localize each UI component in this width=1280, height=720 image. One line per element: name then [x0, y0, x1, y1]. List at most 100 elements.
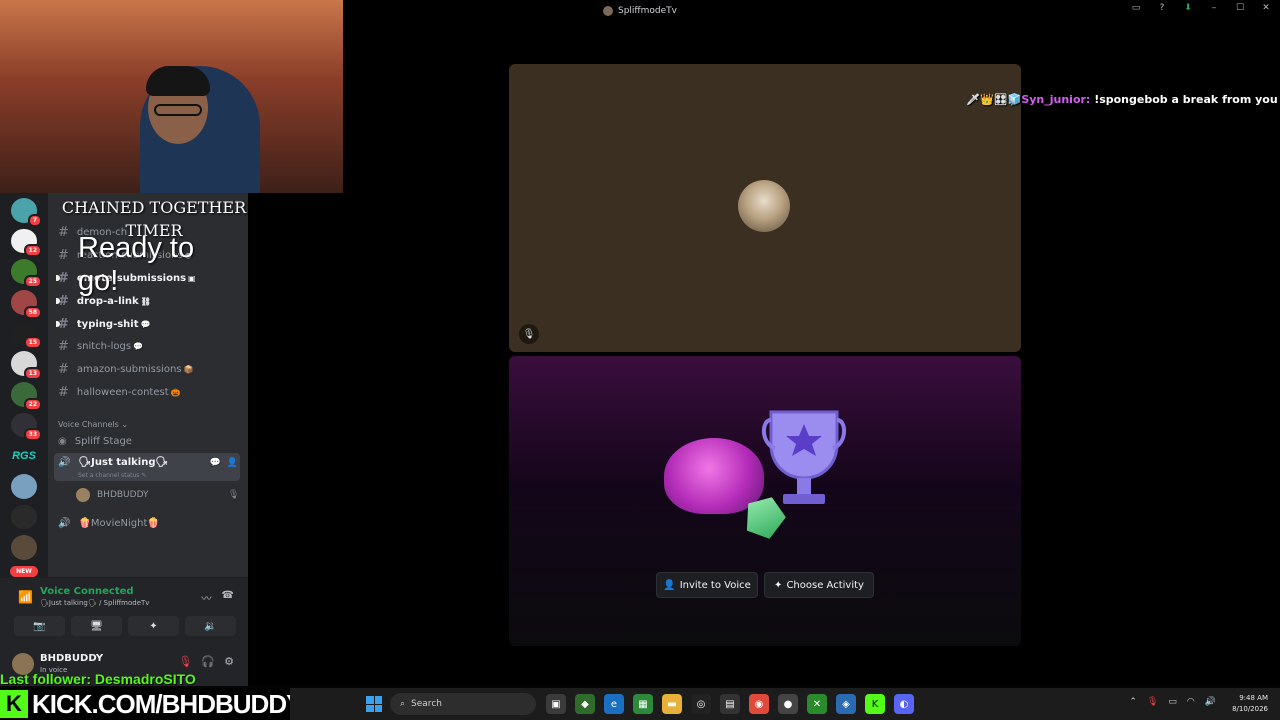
server-icon[interactable]: 25	[11, 259, 42, 289]
user-video-tile[interactable]: 🎙	[509, 64, 1021, 352]
last-follower: Last follower: DesmadroSITO	[0, 671, 196, 687]
gear-icon[interactable]: ⚙	[224, 655, 234, 668]
channel-label: halloween-contest	[76, 386, 169, 398]
user-name[interactable]: BHDBUDDY	[40, 653, 103, 664]
channel-status[interactable]: Set a channel status ✎	[78, 472, 146, 479]
mic-muted-icon[interactable]: 🎙	[178, 655, 192, 668]
new-badge: NEW	[10, 566, 38, 578]
channel-amazon-submissions[interactable]: # amazon-submissions 📦	[58, 359, 193, 379]
channel-halloween-contest[interactable]: # halloween-contest 🎃	[58, 382, 181, 402]
xbox-icon[interactable]: ✕	[807, 694, 827, 714]
soundboard-button[interactable]: 🔉	[185, 616, 236, 636]
clock[interactable]: 9:48 AM 8/10/2026	[1232, 693, 1268, 715]
disconnect-icon[interactable]: ☎	[222, 590, 234, 605]
server-icon[interactable]	[11, 474, 37, 499]
mention-badge: 13	[23, 367, 42, 381]
steam-icon[interactable]: ◎	[691, 694, 711, 714]
inbox-icon[interactable]: ▭	[1130, 2, 1142, 14]
download-icon[interactable]: ⬇	[1182, 2, 1194, 14]
mention-badge: 22	[23, 397, 42, 411]
user-avatar	[738, 180, 790, 232]
voice-action-buttons: 📷 🖥 ✦ 🔉	[14, 616, 236, 636]
obs-icon[interactable]: ●	[778, 694, 798, 714]
server-icon[interactable]	[11, 535, 37, 561]
sheets-icon[interactable]: ▦	[633, 694, 653, 714]
system-tray: ⌃ 🎙 ▭ ◠ 🔊	[1129, 697, 1216, 707]
hash-icon: #	[58, 338, 69, 354]
voice-channel-spliff-stage[interactable]: ◉ Spliff Stage	[54, 431, 240, 451]
mention-badge: 7	[27, 213, 42, 227]
voice-channel-actions: 💬 👤	[210, 458, 238, 468]
windows-start-icon[interactable]	[366, 696, 382, 712]
server-icon[interactable]: 33	[11, 412, 42, 442]
add-member-icon[interactable]: 👤	[227, 458, 238, 468]
help-icon[interactable]: ?	[1156, 2, 1168, 14]
server-icon[interactable]: 7	[11, 198, 42, 227]
mention-badge: 15	[23, 336, 42, 350]
choose-label: Choose Activity	[786, 579, 864, 591]
server-icon[interactable]: 58	[11, 290, 42, 319]
mention-badge: 58	[23, 305, 42, 319]
voice-category-header[interactable]: Voice Channels ⌄	[58, 420, 128, 429]
muted-mic-icon: 🎙	[519, 324, 539, 344]
camera-button[interactable]: 📷	[14, 616, 65, 636]
streamer-hair	[146, 66, 210, 96]
server-icon[interactable]: 15	[11, 320, 42, 350]
clock-date: 8/10/2026	[1232, 705, 1268, 713]
search-icon: ⌕	[400, 699, 406, 709]
file-explorer-icon[interactable]: ▬	[662, 694, 682, 714]
discord-icon[interactable]: ◐	[894, 694, 914, 714]
channel-emoji: 💬	[133, 341, 144, 351]
server-icon[interactable]	[11, 504, 37, 530]
speaker-icon: 🔊	[58, 517, 71, 529]
display-icon[interactable]: ▭	[1168, 697, 1177, 707]
voice-connected-subtitle[interactable]: 🗣Just talking🗣 / SpliffmodeTv	[40, 599, 149, 607]
taskbar-apps: ▣ ◆ e ▦ ▬ ◎ ▤ ◉ ● ✕ ◈ K ◐	[546, 694, 914, 714]
shell-illustration	[664, 438, 764, 514]
screen-share-button[interactable]: 🖥	[71, 616, 122, 636]
chevron-up-icon[interactable]: ⌃	[1129, 697, 1137, 707]
activities-button[interactable]: ✦	[128, 616, 179, 636]
voice-channel-label: 🗣Just talking🗣	[78, 457, 169, 468]
server-icon[interactable]: 13	[11, 351, 42, 381]
invite-to-voice-button[interactable]: 👤 Invite to Voice	[656, 572, 758, 598]
kick-app-icon[interactable]: K	[865, 694, 885, 714]
noise-suppression-icon[interactable]: 〰	[202, 590, 212, 605]
mic-icon[interactable]: 🎙	[1147, 697, 1158, 707]
chrome-icon[interactable]: ◉	[749, 694, 769, 714]
store-icon[interactable]: ▤	[720, 694, 740, 714]
volume-icon[interactable]: 🔊	[1205, 697, 1216, 707]
hash-icon: #	[58, 247, 69, 263]
app-icon[interactable]: ◈	[836, 694, 856, 714]
headphones-icon[interactable]: 🎧	[201, 655, 215, 668]
server-icon[interactable]: 22	[11, 382, 42, 411]
minimize-button[interactable]: –	[1208, 2, 1220, 14]
close-button[interactable]: ✕	[1260, 2, 1272, 14]
hash-icon: #	[58, 361, 69, 377]
channel-snitch-logs[interactable]: # snitch-logs 💬	[58, 336, 143, 356]
voice-connected-title[interactable]: Voice Connected	[40, 586, 134, 597]
edge-icon[interactable]: e	[604, 694, 624, 714]
hash-icon: #	[58, 384, 69, 400]
muted-icon: 🎙	[228, 490, 240, 500]
voice-channel-movie-night[interactable]: 🔊 🍿MovieNight🍿	[54, 513, 240, 533]
task-view-icon[interactable]: ▣	[546, 694, 566, 714]
screen: SpliffmodeTv ▭ ? ⬇ – ☐ ✕ 🎙 👤 Invite to V…	[0, 0, 1280, 720]
voice-connected-panel: 📶 Voice Connected 🗣Just talking🗣 / Splif…	[0, 577, 248, 643]
kick-logo-icon: K	[0, 690, 28, 718]
mention-badge: 33	[23, 428, 42, 442]
search-box[interactable]: ⌕ Search	[390, 693, 536, 715]
choose-activity-button[interactable]: ✦ Choose Activity	[764, 572, 874, 598]
server-icon[interactable]: RGS	[11, 443, 37, 468]
maximize-button[interactable]: ☐	[1234, 2, 1246, 14]
channel-label: snitch-logs	[76, 340, 132, 352]
channel-emoji: 🎃	[170, 387, 181, 397]
wifi-icon[interactable]: ◠	[1187, 697, 1195, 707]
chat-icon[interactable]: 💬	[210, 458, 221, 468]
taskbar: ⌕ Search ▣ ◆ e ▦ ▬ ◎ ▤ ◉ ● ✕ ◈ K ◐ ⌃ 🎙 ▭…	[290, 688, 1280, 720]
nvidia-icon[interactable]: ◆	[575, 694, 595, 714]
channel-typing-shit[interactable]: # typing-shit 💬	[56, 314, 150, 334]
server-icon[interactable]: 12	[11, 228, 42, 258]
voice-member[interactable]: BHDBUDDY	[76, 488, 149, 502]
streamer-glasses	[154, 104, 202, 116]
